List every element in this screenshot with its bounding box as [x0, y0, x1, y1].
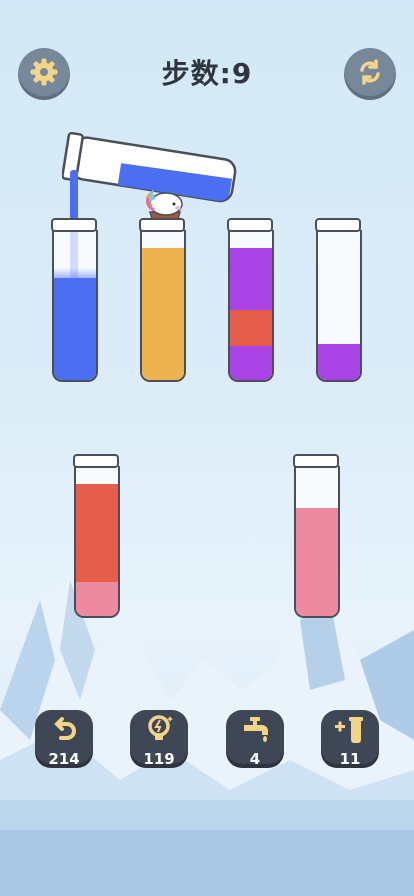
liquid-layer-purple: [230, 248, 272, 310]
tube-3[interactable]: [227, 218, 274, 382]
add-tube-icon: [321, 714, 379, 748]
undo-count: 214: [48, 750, 80, 768]
liquid-layer-blue: [54, 278, 96, 380]
faucet-button[interactable]: 4: [226, 710, 284, 768]
lightbulb-icon: [130, 714, 188, 748]
faucet-icon: [226, 714, 284, 748]
faucet-count: 4: [249, 750, 261, 768]
liquid-layer-red: [76, 484, 118, 582]
splash: [54, 268, 96, 278]
add-tube-button[interactable]: 11: [321, 710, 379, 768]
tube-2[interactable]: [139, 218, 186, 382]
tube-5[interactable]: [73, 454, 120, 618]
liquid-layer-orange: [142, 248, 184, 380]
add-tube-count: 11: [339, 750, 361, 768]
undo-button[interactable]: 214: [35, 710, 93, 768]
liquid-layer-pink: [296, 508, 338, 616]
liquid-layer-purple: [230, 346, 272, 380]
tube-4[interactable]: [315, 218, 362, 382]
tube-1[interactable]: [51, 218, 98, 382]
liquid-layer-red: [230, 310, 272, 346]
undo-icon: [35, 714, 93, 748]
liquid-layer-pink: [76, 582, 118, 616]
refresh-icon: [355, 57, 385, 91]
restart-button[interactable]: [344, 48, 396, 100]
liquid-layer-purple: [318, 344, 360, 380]
hint-button[interactable]: 119: [130, 710, 188, 768]
hint-count: 119: [143, 750, 175, 768]
tube-6[interactable]: [293, 454, 340, 618]
